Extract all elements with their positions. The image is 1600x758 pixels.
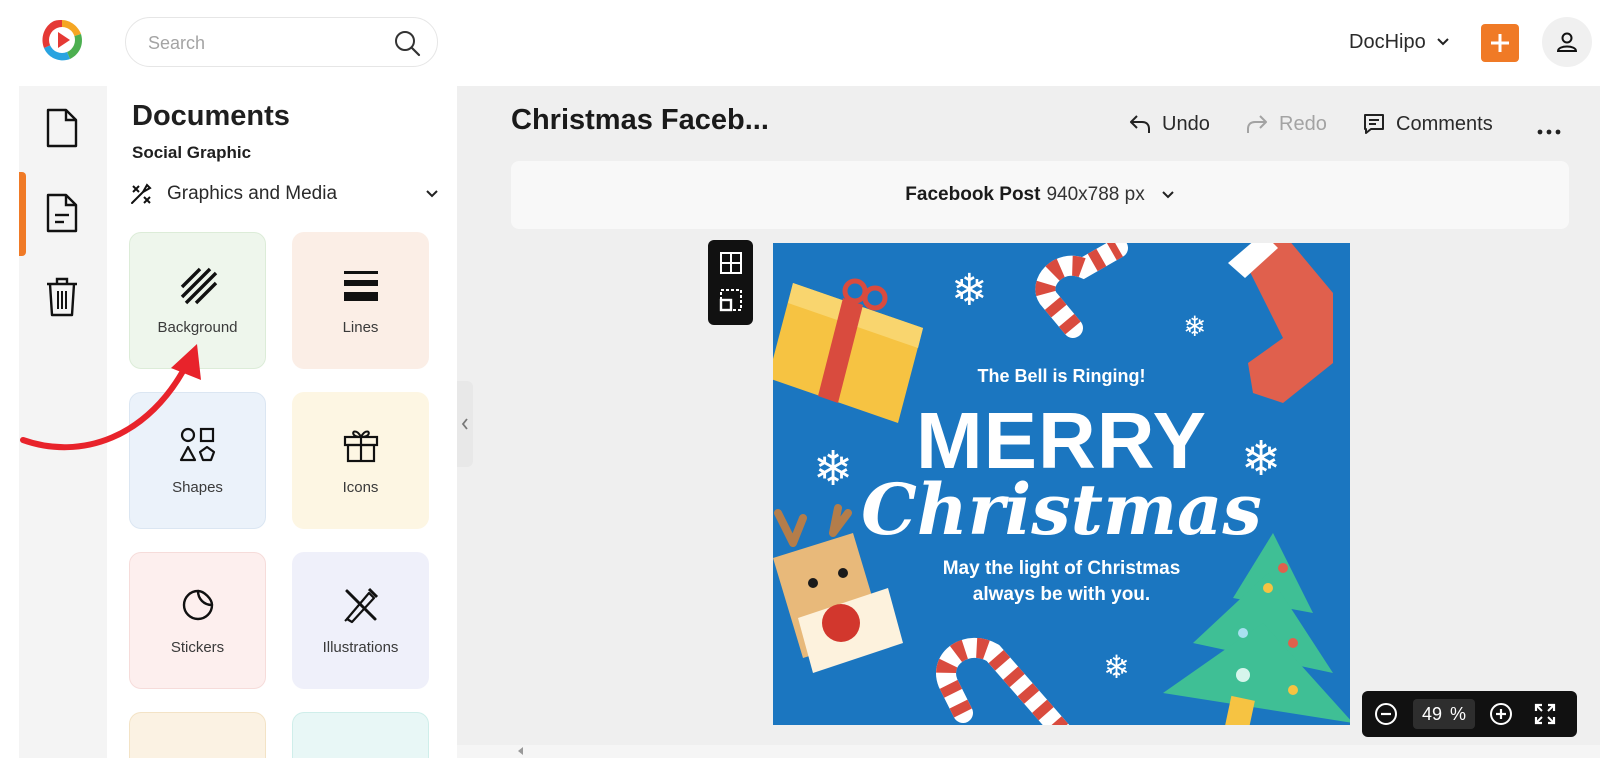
undo-icon <box>1130 115 1150 133</box>
tile-illustrations[interactable]: Illustrations <box>292 552 429 689</box>
document-icon <box>46 108 78 148</box>
canvas-message-line-2[interactable]: always be with you. <box>773 584 1350 606</box>
chevron-left-icon <box>461 418 468 430</box>
active-indicator <box>19 172 26 256</box>
zoom-controls: 49 % <box>1362 691 1577 737</box>
canvas-message-line-1[interactable]: May the light of Christmas <box>773 558 1350 580</box>
tile-lines[interactable]: Lines <box>292 232 429 369</box>
zoom-value: 49 <box>1421 703 1442 724</box>
rail-templates-button[interactable] <box>40 191 84 235</box>
scroll-left-icon[interactable] <box>516 746 526 756</box>
illustration-icon <box>343 587 378 624</box>
select-area-icon[interactable] <box>718 287 744 313</box>
rail-documents-button[interactable] <box>40 106 84 150</box>
canvas-headline-small[interactable]: The Bell is Ringing! <box>773 366 1350 387</box>
tile-more-1[interactable] <box>129 712 266 758</box>
workspace-menu[interactable]: DocHipo <box>1349 28 1450 56</box>
tile-label: Lines <box>342 319 379 336</box>
panel-title: Documents <box>132 100 290 132</box>
svg-text:❄: ❄ <box>1183 310 1206 343</box>
zoom-out-icon[interactable] <box>1374 702 1398 726</box>
document-title[interactable]: Christmas Faceb... <box>511 104 769 137</box>
left-icon-rail <box>19 86 107 758</box>
graphics-media-icon <box>131 183 152 204</box>
shapes-icon <box>179 427 215 462</box>
rail-trash-button[interactable] <box>40 275 84 319</box>
plus-icon <box>1491 34 1509 52</box>
comment-icon <box>1364 114 1384 134</box>
tile-label: Shapes <box>172 479 223 496</box>
tile-label: Illustrations <box>322 639 399 656</box>
workspace-menu-label: DocHipo <box>1349 30 1426 53</box>
zoom-unit: % <box>1450 703 1467 724</box>
tile-icons[interactable]: Icons <box>292 392 429 529</box>
chevron-down-icon <box>1436 38 1449 46</box>
trash-icon <box>47 277 77 317</box>
tile-stickers[interactable]: Stickers <box>129 552 266 689</box>
size-dimensions: 940x788 px <box>1046 184 1145 205</box>
chevron-down-icon <box>426 190 438 198</box>
top-bar: DocHipo <box>0 0 1600 84</box>
user-icon <box>1556 32 1578 52</box>
user-account-button[interactable] <box>1542 17 1592 67</box>
add-button[interactable] <box>1481 24 1519 62</box>
size-name: Facebook Post <box>905 184 1041 205</box>
undo-label: Undo <box>1162 112 1210 135</box>
category-label: Graphics and Media <box>167 183 338 204</box>
search-icon[interactable] <box>393 29 421 57</box>
background-icon <box>180 267 217 305</box>
redo-button[interactable]: Redo <box>1245 108 1327 140</box>
design-canvas[interactable]: ❄ ❄ ❄ ❄ ❄ The Bell is Ringing! MERRY Chr… <box>773 243 1350 725</box>
redo-icon <box>1247 115 1267 133</box>
svg-text:❄: ❄ <box>951 265 988 316</box>
search-box[interactable] <box>125 17 438 67</box>
horizontal-scrollbar[interactable] <box>457 745 1600 758</box>
sticker-icon <box>182 589 213 621</box>
tile-more-2[interactable] <box>292 712 429 758</box>
zoom-in-icon[interactable] <box>1489 702 1513 726</box>
tile-label: Icons <box>342 479 379 496</box>
gift-icon <box>343 430 378 463</box>
template-doc-icon <box>46 193 78 233</box>
canvas-headline-script[interactable]: Christmas <box>773 468 1350 551</box>
fullscreen-icon[interactable] <box>1533 702 1557 726</box>
panel-collapse-handle[interactable] <box>457 381 473 467</box>
category-dropdown[interactable]: Graphics and Media <box>129 179 439 209</box>
tile-label: Background <box>157 319 238 336</box>
zoom-level[interactable]: 49 % <box>1413 699 1475 729</box>
dochipo-logo[interactable] <box>40 18 84 62</box>
panel-subtitle: Social Graphic <box>132 143 252 162</box>
svg-text:❄: ❄ <box>1103 648 1130 686</box>
grid-icon[interactable] <box>718 250 744 276</box>
chevron-down-icon <box>1161 191 1174 199</box>
undo-button[interactable]: Undo <box>1128 108 1210 140</box>
redo-label: Redo <box>1279 112 1327 135</box>
search-input[interactable] <box>148 30 368 56</box>
tile-background[interactable]: Background <box>129 232 266 369</box>
comments-button[interactable]: Comments <box>1362 108 1493 140</box>
lines-icon <box>343 271 378 301</box>
canvas-side-toolbar <box>708 240 753 325</box>
canvas-size-selector[interactable]: Facebook Post 940x788 px <box>511 161 1569 229</box>
comments-label: Comments <box>1396 112 1493 135</box>
tile-label: Stickers <box>170 639 225 656</box>
more-options-button[interactable] <box>1536 116 1562 148</box>
tile-shapes[interactable]: Shapes <box>129 392 266 529</box>
more-horizontal-icon <box>1537 129 1561 135</box>
